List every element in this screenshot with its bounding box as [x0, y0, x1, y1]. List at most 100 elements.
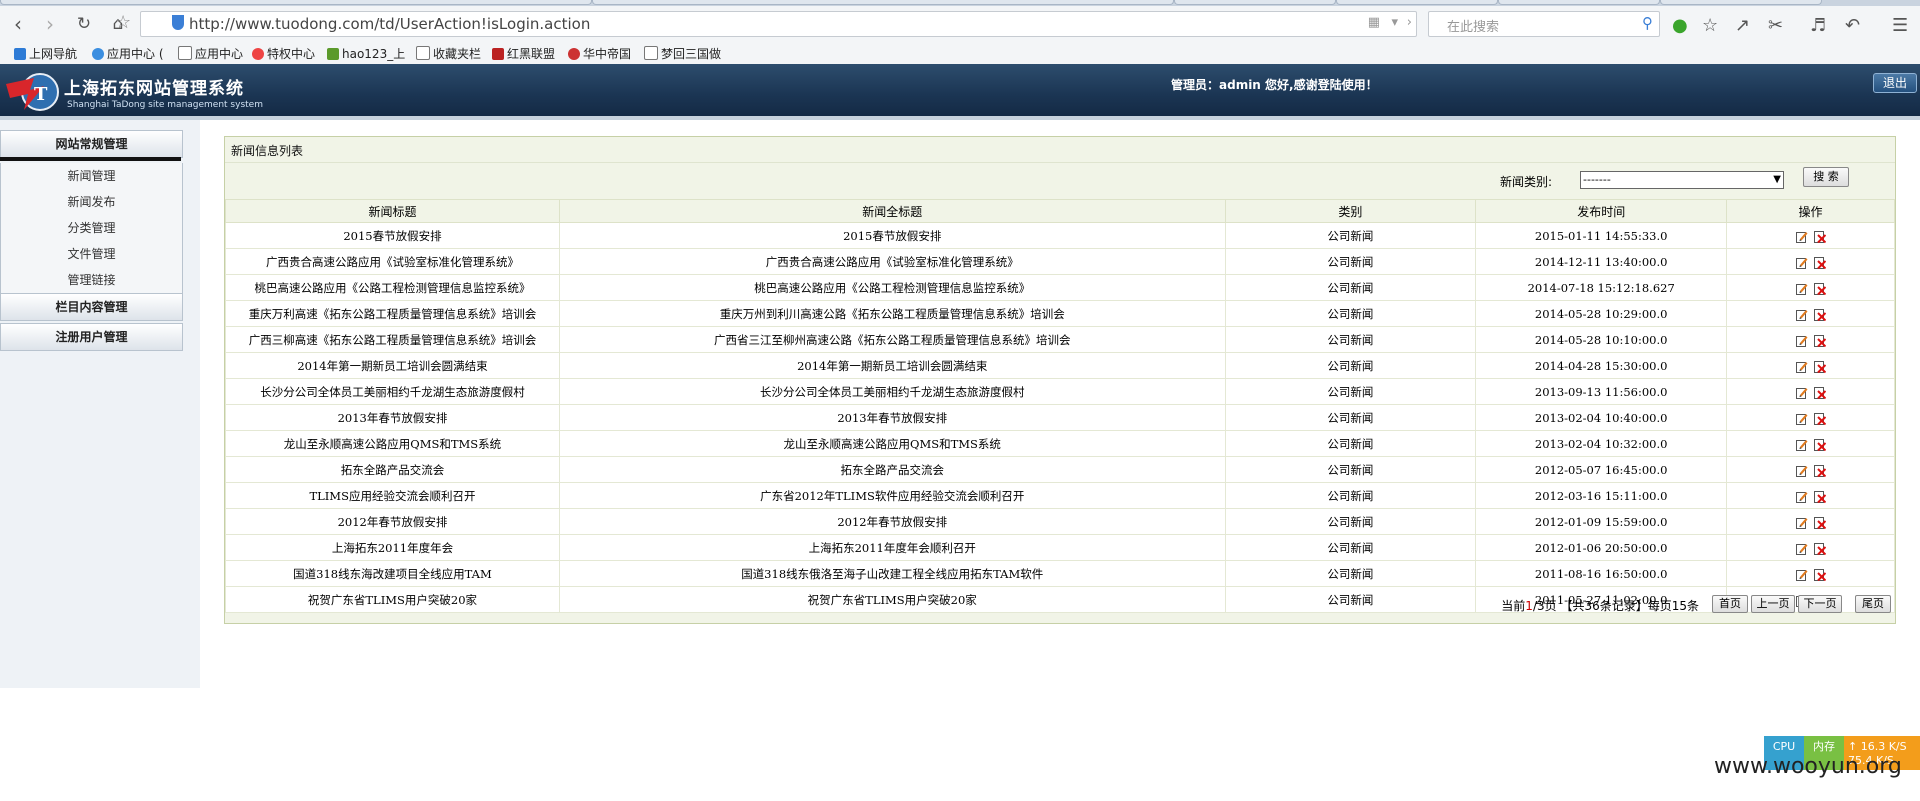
cell-publish-time: 2015-01-11 14:55:33.0 — [1475, 222, 1728, 249]
search-placeholder: 在此搜索 — [1447, 20, 1500, 35]
browser-nav-bar: ‹ › ↻ ⌂ ☆ http://www.tuodong.com/td/User… — [0, 6, 1920, 43]
dropdown-icon[interactable]: ▾ — [1391, 15, 1398, 30]
app-title: 上海拓东网站管理系统 — [64, 79, 244, 99]
browser-tab[interactable] — [592, 0, 1174, 5]
logout-button[interactable]: 退出 — [1873, 73, 1917, 93]
edit-icon[interactable] — [1795, 335, 1808, 347]
sidebar-item-news-publish[interactable]: 新闻发布 — [0, 189, 183, 215]
edit-icon[interactable] — [1795, 413, 1808, 425]
prev-page-button[interactable]: 上一页 — [1751, 595, 1795, 613]
delete-icon[interactable] — [1813, 542, 1826, 555]
bookmark-icon — [492, 48, 504, 60]
browser-tab[interactable] — [1174, 0, 1336, 5]
favorites-icon[interactable]: ☆ — [1702, 15, 1718, 36]
go-icon[interactable]: › — [1407, 15, 1412, 30]
delete-icon[interactable] — [1813, 516, 1826, 529]
browser-tab[interactable] — [1660, 0, 1822, 5]
header-divider — [0, 116, 1920, 120]
sidebar-group-site-management[interactable]: 网站常规管理 — [0, 130, 183, 158]
bookmark-item[interactable]: 收藏夹栏 — [416, 45, 481, 62]
delete-icon[interactable] — [1813, 360, 1826, 373]
share-icon[interactable]: ↗ — [1735, 15, 1750, 36]
cell-actions — [1726, 352, 1895, 379]
edit-icon[interactable] — [1795, 309, 1808, 321]
table-row: 长沙分公司全体员工美丽相约千龙湖生态旅游度假村 长沙分公司全体员工美丽相约千龙湖生… — [225, 378, 1895, 405]
browser-search-box[interactable]: 在此搜索 ⚲ — [1428, 11, 1660, 37]
bookmark-item[interactable]: hao123_上 — [327, 45, 405, 62]
cell-publish-time: 2012-03-16 15:11:00.0 — [1475, 482, 1728, 509]
bookmark-icon — [568, 48, 580, 60]
bookmark-item[interactable]: 应用中心 ( — [92, 45, 164, 62]
bookmark-item[interactable]: 梦回三国做 — [644, 45, 721, 62]
chat-icon[interactable]: ● — [1672, 15, 1688, 36]
edit-icon[interactable] — [1795, 543, 1808, 555]
sidebar-item-news-management[interactable]: 新闻管理 — [0, 163, 183, 189]
browser-tab[interactable] — [1498, 0, 1660, 5]
cell-category: 公司新闻 — [1224, 378, 1477, 405]
sidebar-group-registered-users[interactable]: 注册用户管理 — [0, 323, 183, 351]
delete-icon[interactable] — [1813, 490, 1826, 503]
delete-icon[interactable] — [1813, 568, 1826, 581]
edit-icon[interactable] — [1795, 439, 1808, 451]
delete-icon[interactable] — [1813, 386, 1826, 399]
sidebar-item-category-management[interactable]: 分类管理 — [0, 215, 183, 241]
bookmark-item[interactable]: 上网导航 — [14, 45, 77, 62]
category-select[interactable]: ------- ▼ — [1580, 171, 1784, 189]
delete-icon[interactable] — [1813, 256, 1826, 269]
cell-title: 2014年第一期新员工培训会圆满结束 — [225, 352, 560, 379]
edit-icon[interactable] — [1795, 361, 1808, 373]
cell-category: 公司新闻 — [1224, 248, 1477, 275]
address-bar[interactable]: ☆ http://www.tuodong.com/td/UserAction!i… — [115, 11, 1417, 37]
edit-icon[interactable] — [1795, 491, 1808, 503]
first-page-button[interactable]: 首页 — [1712, 595, 1748, 613]
forward-icon[interactable]: › — [38, 12, 62, 36]
sidebar-item-file-management[interactable]: 文件管理 — [0, 241, 183, 267]
delete-icon[interactable] — [1813, 230, 1826, 243]
reader-icon[interactable]: ▦ — [1368, 15, 1380, 30]
table-row: 2012年春节放假安排 2012年春节放假安排 公司新闻 2012-01-09 15:… — [225, 508, 1895, 535]
delete-icon[interactable] — [1813, 282, 1826, 295]
edit-icon[interactable] — [1795, 517, 1808, 529]
bookmark-star-icon[interactable]: ☆ — [115, 12, 131, 33]
cell-full-title: 桃巴高速公路应用《公路工程检测管理信息监控系统》 — [558, 274, 1226, 301]
cell-publish-time: 2013-09-13 11:56:00.0 — [1475, 378, 1728, 405]
browser-tab[interactable] — [0, 0, 592, 5]
back-icon[interactable]: ‹ — [6, 12, 30, 36]
bookmark-item[interactable]: 应用中心 — [178, 45, 243, 62]
edit-icon[interactable] — [1795, 569, 1808, 581]
delete-icon[interactable] — [1813, 308, 1826, 321]
search-icon[interactable]: ⚲ — [1642, 14, 1653, 32]
delete-icon[interactable] — [1813, 412, 1826, 425]
edit-icon[interactable] — [1795, 283, 1808, 295]
undo-icon[interactable]: ↶ — [1845, 15, 1860, 36]
sidebar-group-column-content[interactable]: 栏目内容管理 — [0, 293, 183, 321]
bookmark-item[interactable]: 特权中心 — [252, 45, 315, 62]
delete-icon[interactable] — [1813, 464, 1826, 477]
cell-title: 2012年春节放假安排 — [225, 508, 560, 535]
bookmark-item[interactable]: 红黑联盟 — [492, 45, 555, 62]
last-page-button[interactable]: 尾页 — [1855, 595, 1891, 613]
edit-icon[interactable] — [1795, 231, 1808, 243]
reload-icon[interactable]: ↻ — [72, 12, 96, 36]
volume-icon[interactable]: ♬ — [1810, 15, 1826, 36]
table-row: TLIMS应用经验交流会顺利召开 广东省2012年TLIMS软件应用经验交流会顺利… — [225, 482, 1895, 509]
delete-icon[interactable] — [1813, 438, 1826, 451]
edit-icon[interactable] — [1795, 387, 1808, 399]
table-row: 2013年春节放假安排 2013年春节放假安排 公司新闻 2013-02-04 10:… — [225, 404, 1895, 431]
cell-title: 龙山至永顺高速公路应用QMS和TMS系统 — [225, 430, 560, 457]
menu-icon[interactable]: ☰ — [1892, 15, 1908, 36]
cell-title: 2013年春节放假安排 — [225, 404, 560, 431]
cell-category: 公司新闻 — [1224, 300, 1477, 327]
sidebar-item-link-management[interactable]: 管理链接 — [0, 267, 183, 293]
browser-tab[interactable] — [1336, 0, 1498, 5]
search-button[interactable]: 搜 索 — [1803, 167, 1849, 187]
table-row: 广西贵合高速公路应用《试验室标准化管理系统》 广西贵合高速公路应用《试验室标准化管… — [225, 248, 1895, 275]
next-page-button[interactable]: 下一页 — [1798, 595, 1842, 613]
edit-icon[interactable] — [1795, 257, 1808, 269]
app-subtitle: Shanghai TaDong site management system — [67, 100, 263, 110]
bookmark-item[interactable]: 华中帝国 — [568, 45, 631, 62]
delete-icon[interactable] — [1813, 334, 1826, 347]
cell-actions — [1726, 300, 1895, 327]
edit-icon[interactable] — [1795, 465, 1808, 477]
scissors-icon[interactable]: ✂ — [1768, 15, 1783, 36]
